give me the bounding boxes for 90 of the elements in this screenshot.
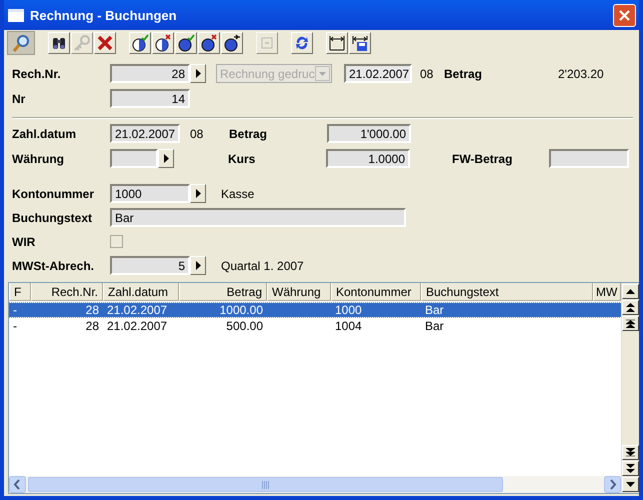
cross-icon [96,34,114,52]
field-label: Betrag [229,126,268,140]
circle-arrows-icon [223,34,241,52]
input-field[interactable] [110,149,158,168]
width-arrows-icon [328,34,346,52]
field-label: Rech.Nr. [12,66,62,80]
value-text: 08 [190,126,204,140]
field-label: Zahl.datum [12,126,78,140]
column-header[interactable]: F [9,283,31,301]
field-label: Buchungstext [12,210,94,224]
field-label: Nr [12,92,26,106]
value-text: Kasse [221,186,254,200]
width-arrows-disk-icon [351,34,369,52]
triangle-icon [164,154,168,163]
record-nav-button[interactable] [622,477,639,492]
scroll-right-icon [604,476,621,493]
up-triangle-icon [626,287,635,296]
down-triangle-icon [626,480,635,489]
input-field[interactable]: 5 [110,256,190,275]
record-nav-button[interactable] [622,284,639,299]
value-text: 2'203.20 [558,66,604,80]
input-field[interactable] [549,149,629,168]
table-cell: Bar [425,303,444,317]
table-row[interactable]: - 28 21.02.2007 1000.00 1000 Bar [9,303,621,317]
scroll-left-icon [9,476,26,493]
magnifier-icon [12,34,30,52]
field-label: Kurs [228,152,256,166]
record-nav-button[interactable] [622,461,639,476]
table-cell: Bar [425,319,444,333]
record-nav-button[interactable] [622,445,639,460]
table-cell: 28 [86,303,99,317]
input-field[interactable]: 14 [110,89,190,108]
circle-cross-icon [200,34,218,52]
column-header[interactable]: Währung [267,283,331,301]
window-icon [8,8,24,22]
triangle-icon [196,189,200,198]
column-header[interactable]: Buchungstext [421,283,593,301]
caret-icon [319,72,326,76]
close-button[interactable] [613,4,636,26]
table-cell: - [13,303,17,317]
field-label: Betrag [444,66,484,80]
arrow-button[interactable] [158,149,174,168]
table-cell: 1004 [335,319,362,333]
first-record-icon [626,319,635,328]
table-row[interactable]: - 28 21.02.2007 500.00 1004 Bar [9,319,621,333]
half-circle-check-icon [131,34,149,52]
grip-icon [262,480,269,488]
field-label: WIR [12,234,36,248]
key-icon [73,34,91,52]
input-field[interactable]: 1000 [110,184,190,203]
input-field[interactable]: 1.0000 [326,149,410,168]
half-circle-cross-icon [154,34,172,52]
table-cell: 1000.00 [220,303,263,317]
table-cell: 28 [86,319,99,333]
input-field[interactable]: 28 [110,64,190,83]
table-cell: - [13,319,17,333]
scroll-thumb[interactable] [28,477,503,492]
checkbox[interactable] [110,235,123,248]
last-record-icon [626,448,635,457]
table-cell: 21.02.2007 [107,319,168,333]
triangle-icon [196,261,200,270]
close-icon [619,10,630,20]
column-header[interactable]: Zahl.datum [103,283,179,301]
double-up-icon [626,303,635,312]
input-field[interactable]: Bar [110,208,406,227]
input-field[interactable]: 21.02.2007 [110,124,180,143]
record-nav-button[interactable] [622,300,639,315]
column-header[interactable]: Kontonummer [331,283,421,301]
value-text: 08 [420,66,434,80]
field-label: MWSt-Abrech. [12,258,95,272]
field-label: FW-Betrag [452,152,514,166]
triangle-icon [196,69,200,78]
double-down-icon [626,464,635,473]
table-cell: 1000 [335,303,362,317]
table-cell: 500.00 [226,319,263,333]
field-label: Kontonummer [12,186,95,200]
record-nav-button[interactable] [622,316,639,331]
field-label: Währung [12,152,65,166]
value-text: Quartal 1. 2007 [221,258,304,272]
arrow-button[interactable] [190,64,206,83]
window-title: Rechnung - Buchungen [30,8,178,22]
input-field[interactable]: 1'000.00 [327,124,411,143]
circle-check-icon [177,34,195,52]
table-cell: 21.02.2007 [107,303,168,317]
arrow-button[interactable] [190,184,206,203]
horizontal-scrollbar[interactable] [9,476,621,493]
column-header[interactable]: Betrag [179,283,267,301]
input-field[interactable]: 21.02.2007 [344,64,412,83]
column-header[interactable]: Rech.Nr. [31,283,103,301]
arrow-button[interactable] [190,256,206,275]
